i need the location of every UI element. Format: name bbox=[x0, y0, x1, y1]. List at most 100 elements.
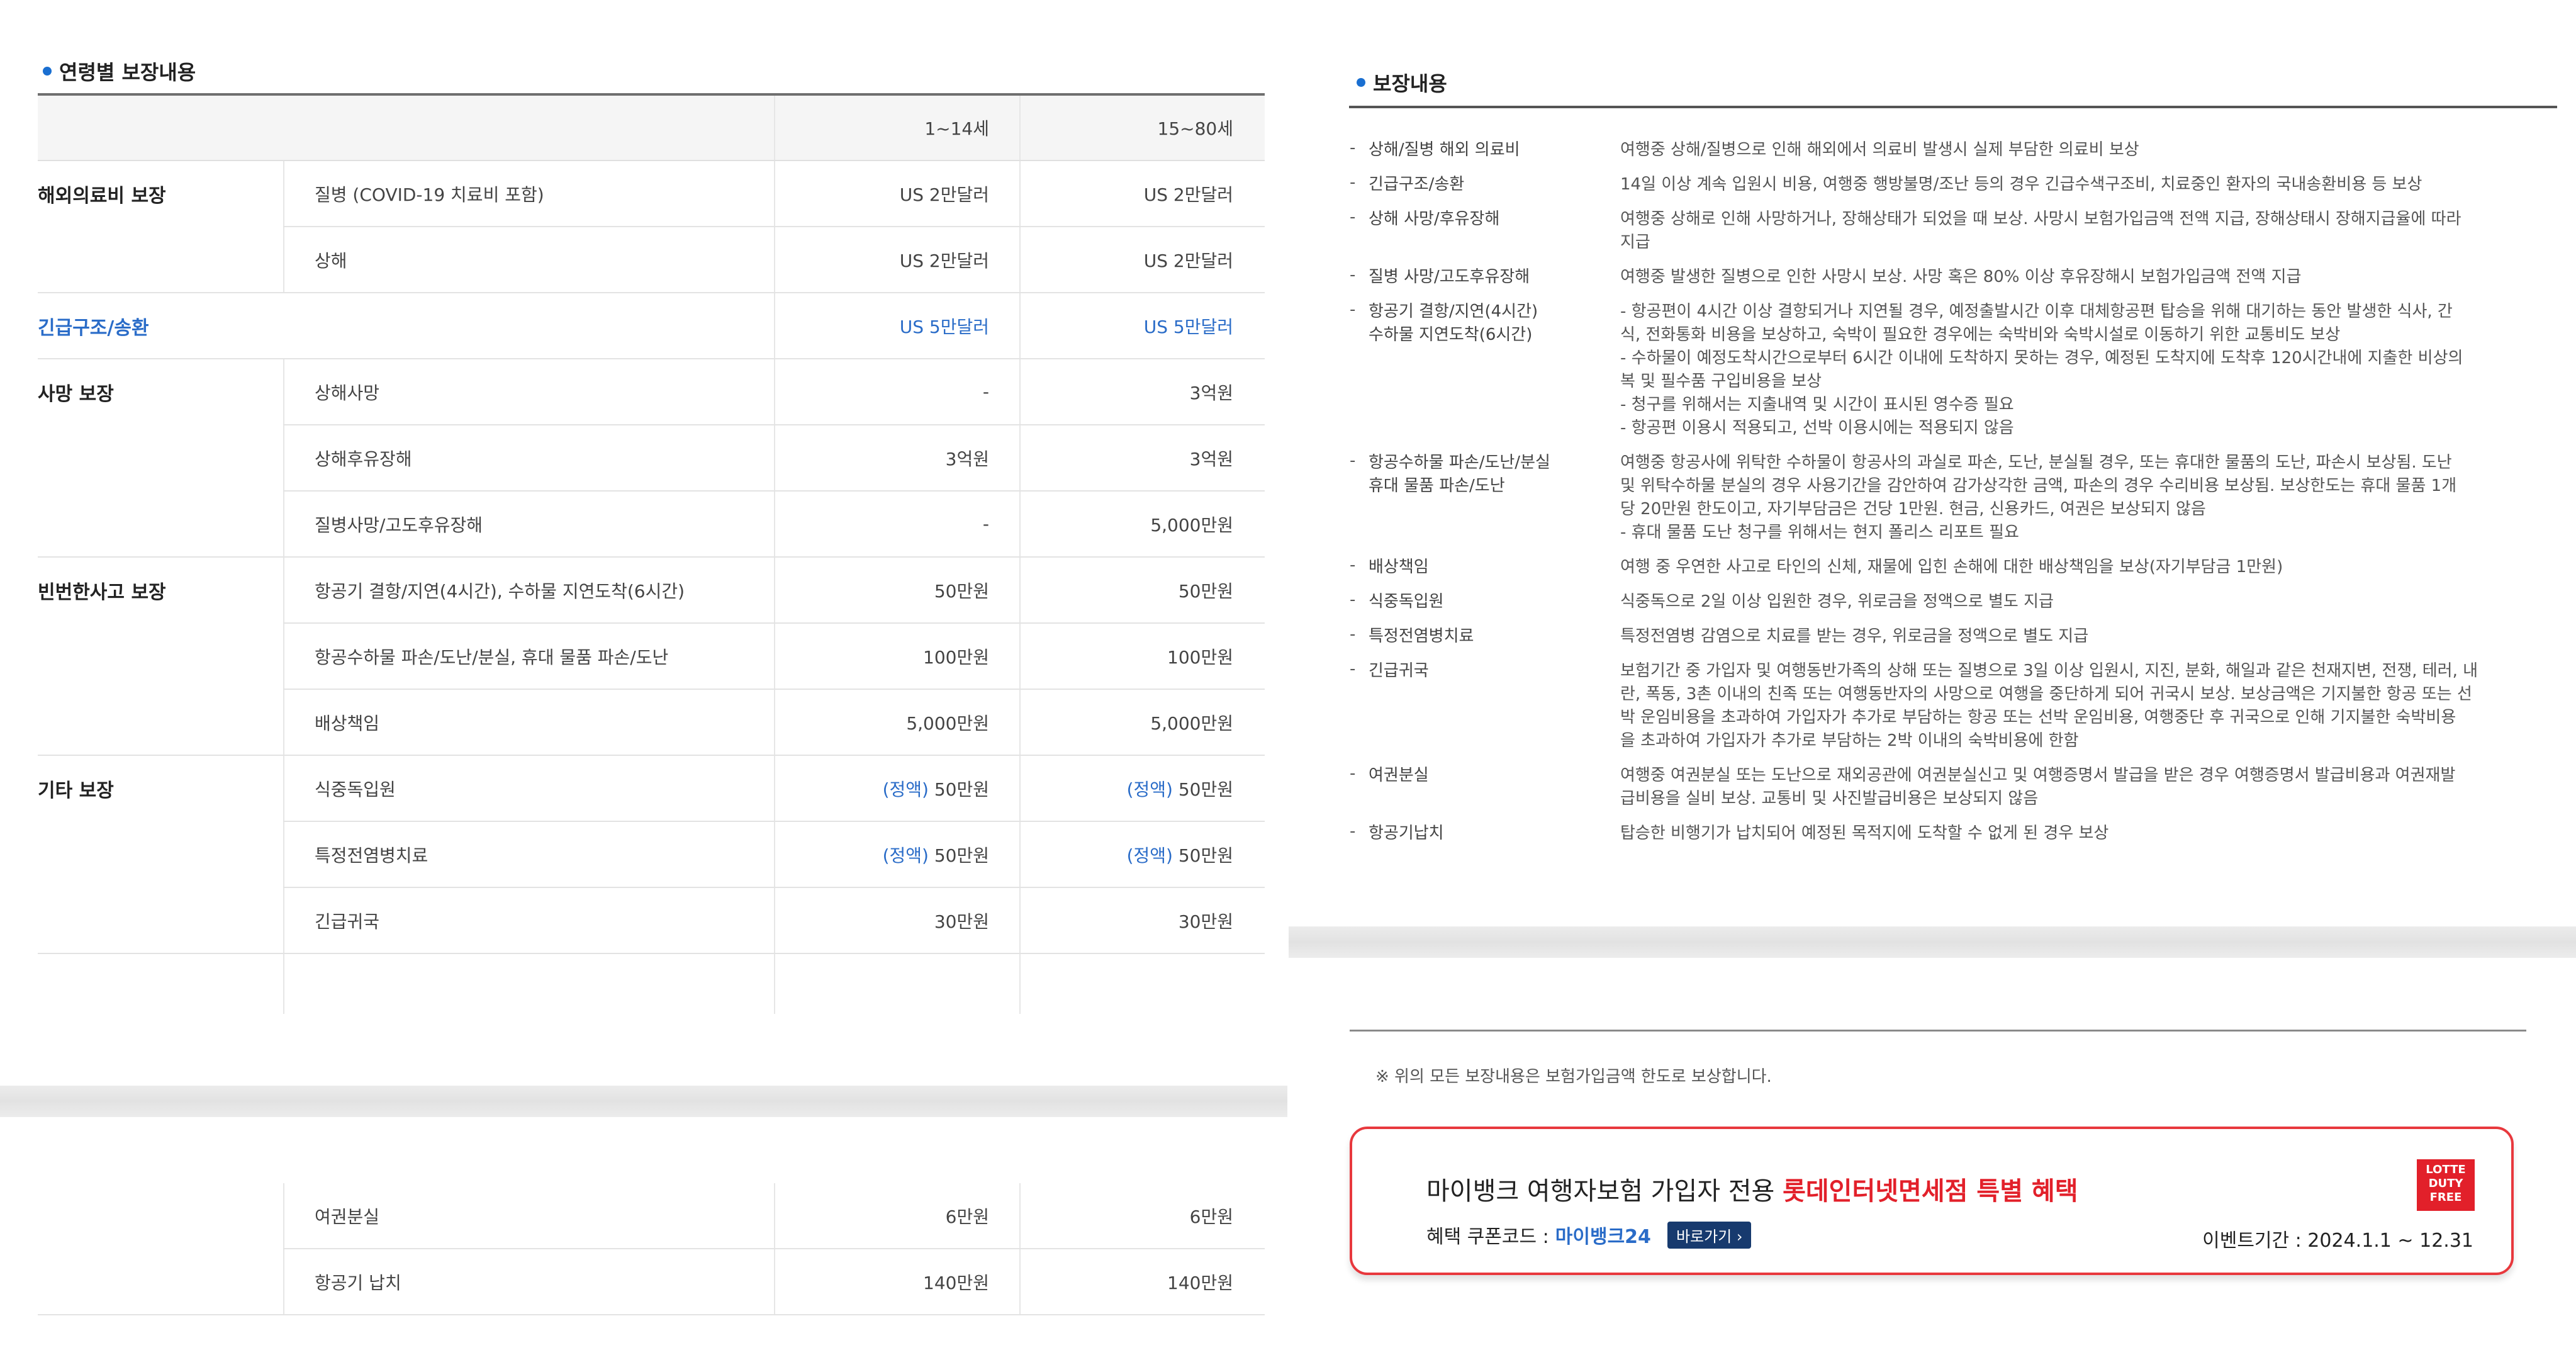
coverage-item-label: 여권분실 bbox=[1369, 766, 1429, 785]
value-age-15-80: 5,000만원 bbox=[1150, 514, 1233, 536]
coverage-detail-list: - 상해/질병 해외 의료비 여행중 상해/질병으로 인해 해외에서 의료비 발생시… bbox=[1350, 138, 2489, 857]
row-item: 특정전염병치료 bbox=[315, 845, 428, 866]
coverage-table-continued: 여권분실 6만원 6만원 항공기 납치 140만원 140만원 bbox=[38, 1183, 1265, 1315]
fixed-amount-tag: (정액) bbox=[882, 845, 929, 866]
event-period: 이벤트기간 : 2024.1.1 ~ 12.31 bbox=[2202, 1230, 2473, 1252]
go-button[interactable]: 바로가기 › bbox=[1667, 1221, 1752, 1249]
coverage-item: - 항공기 결항/지연(4시간) 수하물 지연도착(6시간) - 항공편이 4시간 이… bbox=[1350, 300, 2489, 440]
value-age-1-14: 3억원 bbox=[945, 448, 989, 469]
table-row: 긴급귀국 30만원 30만원 bbox=[38, 888, 1265, 954]
row-group: 빈번한사고 보장 bbox=[38, 581, 166, 604]
coverage-item-desc: 여행 중 우연한 사고로 타인의 신체, 재물에 입힌 손해에 대한 배상책임을… bbox=[1620, 558, 2283, 576]
coverage-item-desc: 여행중 상해로 인해 사망하거나, 장해상태가 되었을 때 보상. 사망시 보험… bbox=[1620, 210, 2461, 252]
value-age-15-80: 5,000만원 bbox=[1150, 712, 1233, 734]
value-age-15-80: 3억원 bbox=[1189, 448, 1233, 469]
bullet-dot-icon bbox=[43, 67, 52, 76]
coverage-item: - 여권분실 여행중 여권분실 또는 도난으로 재외공관에 여권분실신고 및 여행증… bbox=[1350, 764, 2489, 811]
row-item: 여권분실 bbox=[315, 1206, 380, 1227]
coverage-table: 1~14세 15~80세 해외의료비 보장 질병 (COVID-19 치료비 포함… bbox=[38, 93, 1265, 1014]
value-age-15-80: 50만원 bbox=[1178, 580, 1233, 602]
coverage-item: - 상해 사망/후유장해 여행중 상해로 인해 사망하거나, 장해상태가 되었을 때… bbox=[1350, 208, 2489, 254]
table-row: 해외의료비 보장 질병 (COVID-19 치료비 포함) US 2만달러 US 2만… bbox=[38, 161, 1265, 227]
section-divider bbox=[0, 1086, 1287, 1117]
value-age-15-80: (정액) 50만원 bbox=[1126, 845, 1233, 866]
coverage-item-desc: 탑승한 비행기가 납치되어 예정된 목적지에 도착할 수 없게 된 경우 보상 bbox=[1620, 824, 2109, 843]
coverage-item: - 긴급귀국 보험기간 중 가입자 및 여행동반가족의 상해 또는 질병으로 3일 … bbox=[1350, 660, 2489, 753]
value-age-15-80: 3억원 bbox=[1189, 382, 1233, 403]
value-age-1-14: US 5만달러 bbox=[899, 316, 989, 337]
row-item: 항공수하물 파손/도난/분실, 휴대 물품 파손/도난 bbox=[315, 646, 669, 668]
banner-title: 마이뱅크 여행자보험 가입자 전용 롯데인터넷면세점 특별 혜택 bbox=[1426, 1177, 2078, 1206]
value-age-15-80: 30만원 bbox=[1178, 911, 1233, 932]
coverage-item: - 긴급구조/송환 14일 이상 계속 입원시 비용, 여행중 행방불명/조난 등의… bbox=[1350, 173, 2489, 196]
coverage-item: - 상해/질병 해외 의료비 여행중 상해/질병으로 인해 해외에서 의료비 발생시… bbox=[1350, 138, 2489, 162]
coverage-item-label: 항공기납치 bbox=[1369, 824, 1444, 843]
coverage-item-label: 항공수하물 파손/도난/분실 휴대 물품 파손/도난 bbox=[1369, 453, 1550, 495]
coverage-item-label: 식중독입원 bbox=[1369, 592, 1444, 611]
row-group: 사망 보장 bbox=[38, 383, 114, 405]
row-group: 긴급구조/송환 bbox=[38, 317, 149, 339]
coverage-item-desc: 보험기간 중 가입자 및 여행동반가족의 상해 또는 질병으로 3일 이상 입원… bbox=[1620, 661, 2478, 750]
row-group: 기타 보장 bbox=[38, 779, 114, 802]
coverage-item-label: 상해 사망/후유장해 bbox=[1369, 210, 1500, 228]
row-item: 질병 (COVID-19 치료비 포함) bbox=[315, 184, 544, 205]
value-age-1-14: (정액) 50만원 bbox=[882, 845, 989, 866]
coverage-item-desc: 특정전염병 감염으로 치료를 받는 경우, 위로금을 정액으로 별도 지급 bbox=[1620, 627, 2089, 646]
coverage-item-desc: 여행중 발생한 질병으로 인한 사망시 보상. 사망 혹은 80% 이상 후유장… bbox=[1620, 267, 2302, 286]
coverage-note: ※ 위의 모든 보장내용은 보험가입금액 한도로 보상합니다. bbox=[1375, 1067, 1772, 1086]
table-row: 항공수하물 파손/도난/분실, 휴대 물품 파손/도난 100만원 100만원 bbox=[38, 624, 1265, 690]
row-item: 상해사망 bbox=[315, 382, 380, 403]
row-group: 해외의료비 보장 bbox=[38, 184, 166, 207]
row-item: 질병사망/고도후유장해 bbox=[315, 514, 483, 536]
table-row: 배상책임 5,000만원 5,000만원 bbox=[38, 690, 1265, 756]
coverage-item: - 배상책임 여행 중 우연한 사고로 타인의 신체, 재물에 입힌 손해에 대한 … bbox=[1350, 556, 2489, 579]
table-row: 빈번한사고 보장 항공기 결항/지연(4시간), 수하물 지연도착(6시간) 50만… bbox=[38, 558, 1265, 624]
coverage-item-label: 긴급구조/송환 bbox=[1369, 175, 1465, 194]
section-title-age-coverage: 연령별 보장내용 bbox=[43, 57, 196, 86]
table-body-continued: 여권분실 6만원 6만원 항공기 납치 140만원 140만원 bbox=[38, 1183, 1265, 1315]
value-age-1-14: 100만원 bbox=[923, 646, 989, 668]
coverage-item-desc: - 항공편이 4시간 이상 결항되거나 지연될 경우, 예정출발시간 이후 대체… bbox=[1620, 302, 2463, 437]
value-age-1-14: US 2만달러 bbox=[899, 250, 989, 271]
value-age-1-14: 140만원 bbox=[923, 1272, 989, 1293]
table-row: 사망 보장 상해사망 - 3억원 bbox=[38, 359, 1265, 425]
value-age-15-80: (정액) 50만원 bbox=[1126, 779, 1233, 800]
coverage-item-label: 긴급귀국 bbox=[1369, 661, 1429, 680]
coverage-item-desc: 여행중 항공사에 위탁한 수하물이 항공사의 과실로 파손, 도난, 분실될 경… bbox=[1620, 453, 2457, 542]
value-age-1-14: - bbox=[982, 514, 989, 534]
coverage-item: - 질병 사망/고도후유장해 여행중 발생한 질병으로 인한 사망시 보상. 사망 … bbox=[1350, 266, 2489, 289]
value-age-15-80: 100만원 bbox=[1167, 646, 1233, 668]
row-item: 식중독입원 bbox=[315, 779, 396, 800]
coverage-item-desc: 14일 이상 계속 입원시 비용, 여행중 행방불명/조난 등의 경우 긴급수색… bbox=[1620, 175, 2422, 194]
coupon-code: 마이뱅크24 bbox=[1555, 1226, 1651, 1248]
fixed-amount-tag: (정액) bbox=[1126, 845, 1173, 866]
coverage-item-label: 질병 사망/고도후유장해 bbox=[1369, 267, 1530, 286]
value-age-15-80: US 5만달러 bbox=[1143, 316, 1233, 337]
section-divider-right bbox=[1289, 926, 2576, 958]
table-header-row: 1~14세 15~80세 bbox=[38, 96, 1265, 161]
value-age-1-14: 30만원 bbox=[934, 911, 989, 932]
header-age-15-80: 15~80세 bbox=[1157, 118, 1233, 139]
table-row: 긴급구조/송환 US 5만달러 US 5만달러 bbox=[38, 293, 1265, 359]
coverage-item-desc: 식중독으로 2일 이상 입원한 경우, 위로금을 정액으로 별도 지급 bbox=[1620, 592, 2054, 611]
coverage-item-desc: 여행중 상해/질병으로 인해 해외에서 의료비 발생시 실제 부담한 의료비 보… bbox=[1620, 140, 2139, 159]
fixed-amount-tag: (정액) bbox=[882, 779, 929, 800]
row-item: 항공기 납치 bbox=[315, 1272, 401, 1293]
row-item: 긴급귀국 bbox=[315, 911, 380, 932]
value-age-15-80: 140만원 bbox=[1167, 1272, 1233, 1293]
coverage-item-label: 상해/질병 해외 의료비 bbox=[1369, 140, 1520, 159]
value-age-1-14: 5,000만원 bbox=[906, 712, 989, 734]
section-title-coverage: 보장내용 bbox=[1357, 68, 1447, 97]
left-panel: 연령별 보장내용 1~14세 15~80세 해외의료비 보장 질병 (COVID-… bbox=[0, 0, 1287, 1355]
value-age-1-14: 50만원 bbox=[934, 580, 989, 602]
promo-banner[interactable]: 마이뱅크 여행자보험 가입자 전용 롯데인터넷면세점 특별 혜택 혜택 쿠폰코드… bbox=[1350, 1127, 2514, 1275]
coverage-item: - 항공기납치 탑승한 비행기가 납치되어 예정된 목적지에 도착할 수 없게 된 … bbox=[1350, 822, 2489, 845]
table-body: 해외의료비 보장 질병 (COVID-19 치료비 포함) US 2만달러 US 2만… bbox=[38, 161, 1265, 1014]
coverage-item-label: 배상책임 bbox=[1369, 558, 1429, 576]
fixed-amount-tag: (정액) bbox=[1126, 779, 1173, 800]
row-item: 상해후유장해 bbox=[315, 448, 412, 469]
table-row-empty bbox=[38, 954, 1265, 1014]
table-row: 상해 US 2만달러 US 2만달러 bbox=[38, 227, 1265, 293]
value-age-1-14: US 2만달러 bbox=[899, 184, 989, 205]
coverage-item: - 항공수하물 파손/도난/분실 휴대 물품 파손/도난 여행중 항공사에 위탁한 수… bbox=[1350, 451, 2489, 544]
